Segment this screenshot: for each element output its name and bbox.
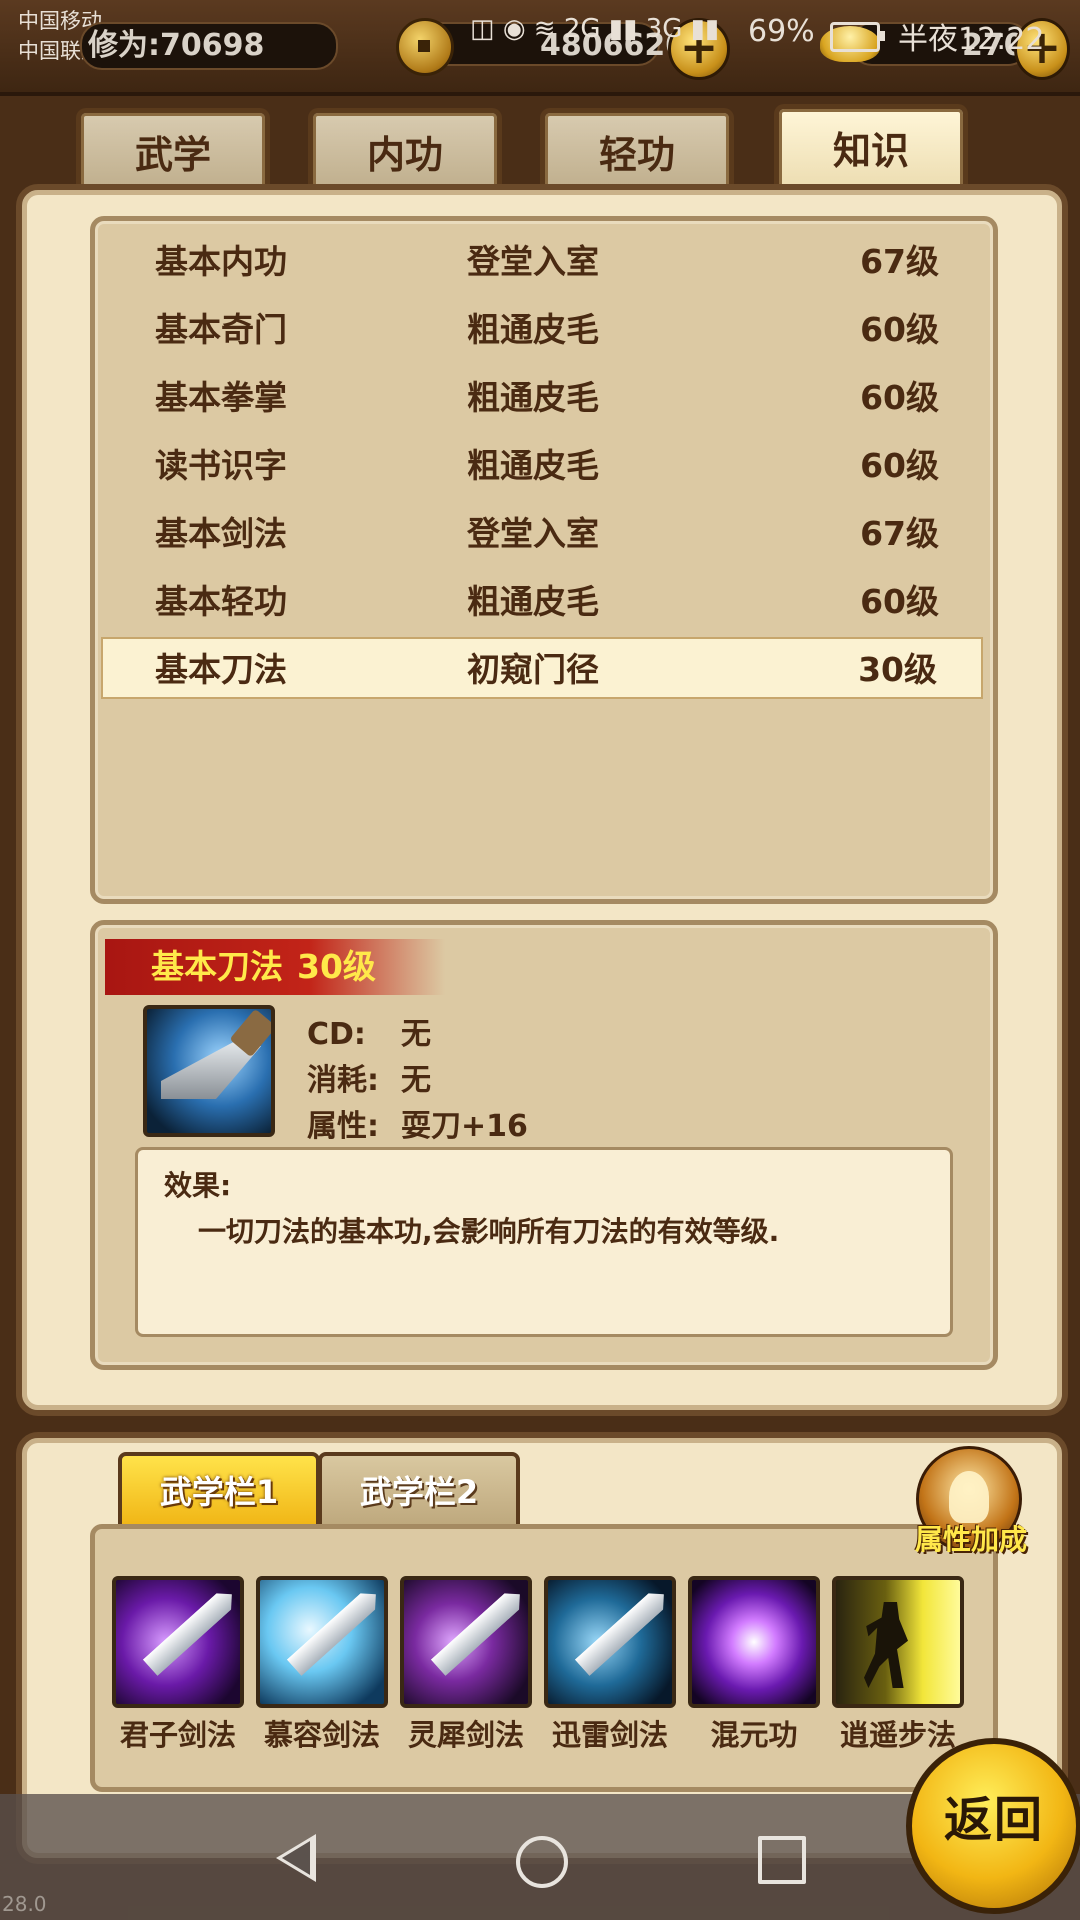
martial-slot[interactable]: 迅雷剑法 <box>544 1576 676 1754</box>
sword-icon <box>256 1576 388 1708</box>
tab-martial-arts[interactable]: 武学 <box>76 108 270 191</box>
skill-row[interactable]: 读书识字 粗通皮毛 60级 <box>103 435 983 497</box>
skill-row[interactable]: 基本内功 登堂入室 67级 <box>103 231 983 293</box>
tab-knowledge[interactable]: 知识 <box>774 104 968 191</box>
slot-label: 迅雷剑法 <box>551 1718 668 1752</box>
martial-slot[interactable]: 慕容剑法 <box>256 1576 388 1754</box>
tab-lightness-skill[interactable]: 轻功 <box>540 108 734 191</box>
skill-name: 读书识字 <box>155 446 287 485</box>
cost-label: 消耗: <box>307 1063 379 1098</box>
running-man-icon <box>832 1576 964 1708</box>
cost-value: 无 <box>401 1063 431 1098</box>
skill-row[interactable]: 基本奇门 粗通皮毛 60级 <box>103 299 983 361</box>
skill-name: 基本剑法 <box>155 514 287 553</box>
tab-martial-bar-2[interactable]: 武学栏2 <box>318 1452 520 1532</box>
nav-back-icon[interactable] <box>276 1834 316 1882</box>
slot-label: 灵犀剑法 <box>407 1718 524 1752</box>
slot-label: 混元功 <box>710 1718 798 1752</box>
skill-rank: 登堂入室 <box>467 242 599 281</box>
detail-title-banner: 基本刀法 30级 <box>105 939 445 995</box>
skill-list: 基本内功 登堂入室 67级 基本奇门 粗通皮毛 60级 基本拳掌 粗通皮毛 60… <box>90 216 998 904</box>
skill-level: 60级 <box>860 378 939 417</box>
cd-line: CD: 无 <box>307 1009 431 1053</box>
skill-rank: 粗通皮毛 <box>467 310 599 349</box>
skill-rank: 粗通皮毛 <box>467 582 599 621</box>
skill-name: 基本内功 <box>155 242 287 281</box>
status-time: 半夜12:22 <box>898 22 1045 57</box>
skill-level: 60级 <box>860 582 939 621</box>
effect-text: 一切刀法的基本功,会影响所有刀法的有效等级. <box>198 1215 780 1248</box>
attribute-value: 耍刀+16 <box>401 1109 528 1144</box>
skill-name: 基本拳掌 <box>155 378 287 417</box>
attribute-label: 属性: <box>307 1109 379 1144</box>
attribute-bonus-button[interactable]: 属性加成 <box>896 1446 1028 1556</box>
attribute-bonus-label: 属性加成 <box>914 1523 1027 1556</box>
skill-level: 60级 <box>860 446 939 485</box>
skill-name: 基本奇门 <box>155 310 287 349</box>
skill-row-selected[interactable]: 基本刀法 初窥门径 30级 <box>101 637 983 699</box>
cost-line: 消耗: 无 <box>307 1055 431 1099</box>
nav-recent-apps-icon[interactable] <box>758 1836 806 1884</box>
skill-rank: 登堂入室 <box>467 514 599 553</box>
debug-corner-text: 28.0 <box>2 1892 47 1916</box>
skill-level: 30级 <box>858 650 937 689</box>
skill-level: 67级 <box>860 514 939 553</box>
skill-row[interactable]: 基本剑法 登堂入室 67级 <box>103 503 983 565</box>
nav-home-icon[interactable] <box>516 1836 568 1888</box>
skill-row[interactable]: 基本拳掌 粗通皮毛 60级 <box>103 367 983 429</box>
return-button[interactable]: 返回 <box>906 1738 1080 1914</box>
detail-title: 基本刀法 30级 <box>151 939 390 995</box>
skill-rank: 粗通皮毛 <box>467 446 599 485</box>
tab-martial-bar-1[interactable]: 武学栏1 <box>118 1452 320 1532</box>
battery-icon <box>830 22 885 52</box>
skill-name: 基本轻功 <box>155 582 287 621</box>
sword-icon <box>400 1576 532 1708</box>
battery-percent: 69% <box>748 14 815 49</box>
skill-name: 基本刀法 <box>155 650 287 689</box>
skill-detail-panel: 基本刀法 30级 CD: 无 消耗: 无 属性: 耍刀+16 效果: 一切刀法的基本功,… <box>90 920 998 1370</box>
cultivation-value: 修为:70698 <box>80 22 338 70</box>
sword-icon <box>112 1576 244 1708</box>
skill-rank: 粗通皮毛 <box>467 378 599 417</box>
energy-orb-icon <box>688 1576 820 1708</box>
detail-skill-level: 30级 <box>297 947 376 986</box>
skill-rank: 初窥门径 <box>467 650 599 689</box>
effect-label: 效果: <box>164 1169 232 1202</box>
martial-slot[interactable]: 君子剑法 <box>112 1576 244 1754</box>
detail-skill-name: 基本刀法 <box>151 947 283 986</box>
status-network-icons: ◫ ◉ ≋ 2G ▮▮ 3G ▮▮ <box>470 14 720 44</box>
skill-level: 60级 <box>860 310 939 349</box>
skill-level: 67级 <box>860 242 939 281</box>
slot-label: 慕容剑法 <box>263 1718 380 1752</box>
martial-slot[interactable]: 逍遥步法 <box>832 1576 964 1754</box>
attribute-line: 属性: 耍刀+16 <box>307 1101 528 1145</box>
coin-icon <box>396 18 454 76</box>
cd-label: CD: <box>307 1017 366 1052</box>
skill-row[interactable]: 基本轻功 粗通皮毛 60级 <box>103 571 983 633</box>
sword-icon <box>544 1576 676 1708</box>
broadsword-icon <box>143 1005 275 1137</box>
effect-box: 效果: 一切刀法的基本功,会影响所有刀法的有效等级. <box>135 1147 953 1337</box>
cd-value: 无 <box>401 1017 431 1052</box>
tab-inner-power[interactable]: 内功 <box>308 108 502 191</box>
martial-slot[interactable]: 灵犀剑法 <box>400 1576 532 1754</box>
slot-label: 君子剑法 <box>119 1718 236 1752</box>
martial-slot[interactable]: 混元功 <box>688 1576 820 1754</box>
